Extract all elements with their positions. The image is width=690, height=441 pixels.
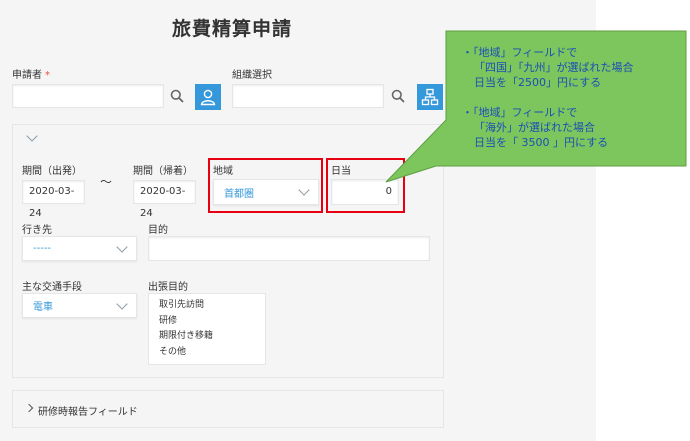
callout-spacer [462, 90, 686, 105]
callout-line: ・「地域」フィールドで [462, 46, 578, 59]
callout-text: ・「地域」フィールドで 「四国」「九州」が選ばれた場合 日当を「2500」円にす… [462, 45, 686, 150]
callout-line: 日当を「 3500 」円にする [474, 136, 609, 149]
callout-line: 「海外」が選ばれた場合 [474, 121, 595, 134]
callout-line: 「四国」「九州」が選ばれた場合 [474, 61, 634, 74]
callout-line: 日当を「2500」円にする [474, 76, 602, 89]
callout-line: ・「地域」フィールドで [462, 106, 578, 119]
